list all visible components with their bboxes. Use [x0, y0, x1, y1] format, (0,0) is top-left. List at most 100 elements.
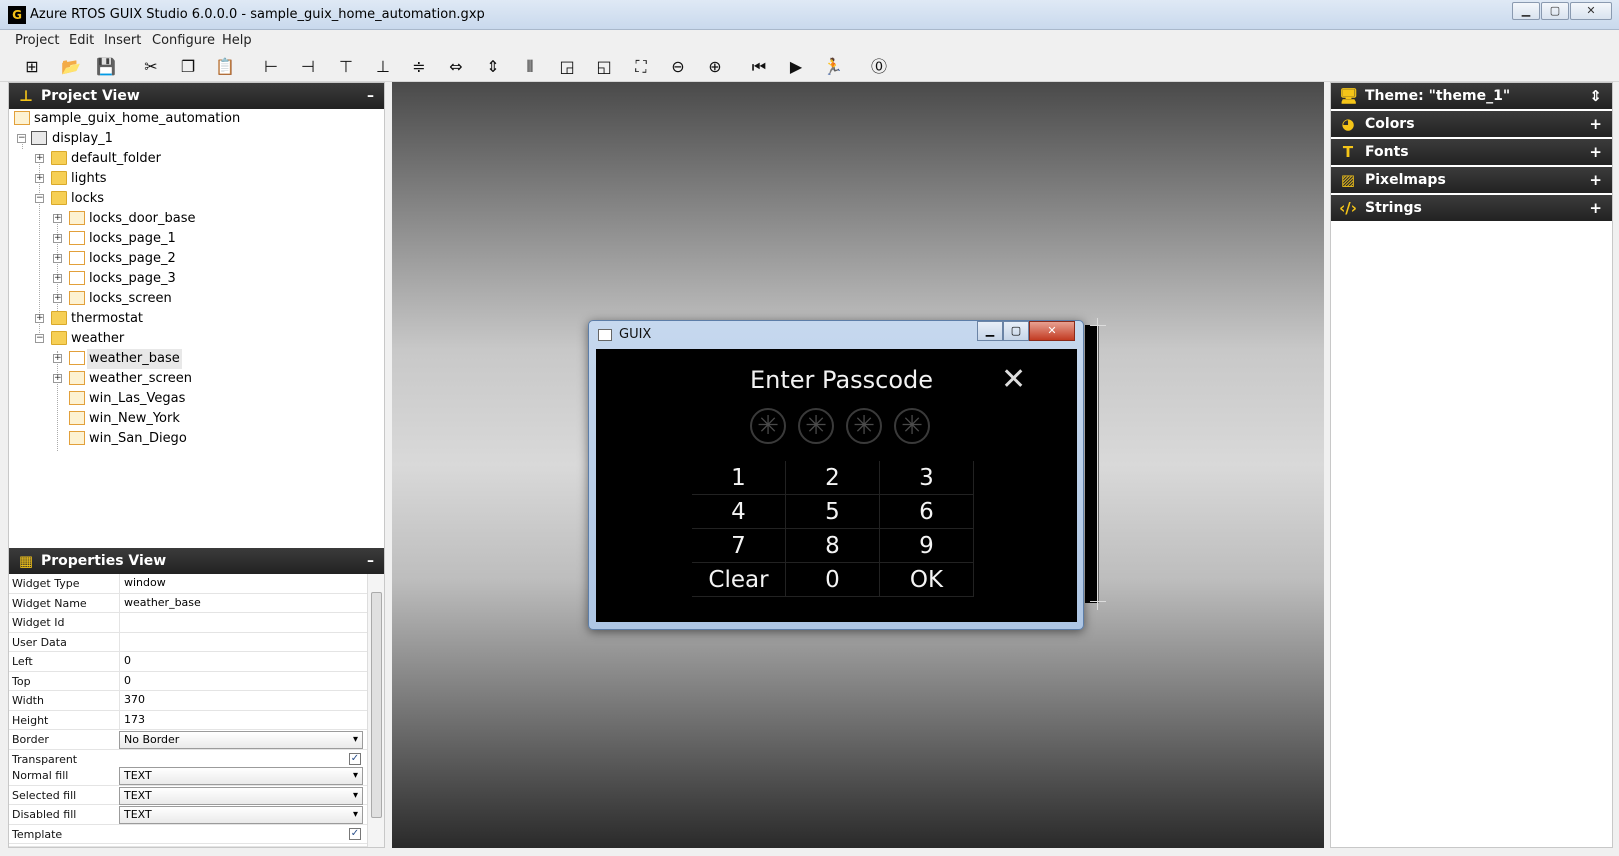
- key-9[interactable]: 9: [880, 529, 974, 563]
- selected-fill-dropdown[interactable]: TEXT: [119, 786, 363, 805]
- help-icon[interactable]: ⓪: [866, 56, 892, 78]
- properties-view-collapse-button[interactable]: –: [367, 548, 374, 574]
- widget-id-field[interactable]: [119, 613, 363, 632]
- theme-select-button[interactable]: ⇕: [1589, 83, 1602, 109]
- expand-icon[interactable]: +: [53, 234, 62, 243]
- key-clear[interactable]: Clear: [692, 563, 786, 597]
- prop-row-widget-type: Widget Type window: [9, 574, 367, 594]
- window-page-icon: [69, 291, 85, 305]
- guix-minimize-button[interactable]: ▁: [977, 321, 1003, 341]
- colors-header[interactable]: ◕ Colors +: [1331, 111, 1612, 137]
- key-2[interactable]: 2: [786, 461, 880, 495]
- project-view-title: Project View: [41, 88, 140, 104]
- key-1[interactable]: 1: [692, 461, 786, 495]
- width-field[interactable]: 370: [119, 691, 363, 710]
- passcode-close-icon[interactable]: ✕: [1001, 365, 1026, 395]
- paste-icon[interactable]: 📋: [212, 56, 238, 78]
- fonts-header[interactable]: T Fonts +: [1331, 139, 1612, 165]
- project-tree-icon: ⊥: [19, 87, 33, 105]
- align-right-icon[interactable]: ⊣: [295, 56, 321, 78]
- transparent-checkbox[interactable]: ✓: [349, 752, 361, 765]
- zoom-out-icon[interactable]: ⊖: [665, 56, 691, 78]
- hspace-icon[interactable]: ⫴: [517, 56, 543, 78]
- expand-icon[interactable]: +: [53, 274, 62, 283]
- key-0[interactable]: 0: [786, 563, 880, 597]
- guix-close-button[interactable]: ✕: [1029, 321, 1075, 341]
- move-back-icon[interactable]: ◱: [591, 56, 617, 78]
- collapse-icon[interactable]: −: [17, 134, 26, 143]
- guix-maximize-button[interactable]: ▢: [1003, 321, 1029, 341]
- strings-header[interactable]: ‹/› Strings +: [1331, 195, 1612, 221]
- prop-row-widget-id: Widget Id: [9, 613, 367, 633]
- center-vertical-icon[interactable]: ≑: [406, 56, 432, 78]
- menu-configure[interactable]: Configure: [152, 33, 215, 48]
- widget-type-value: window: [119, 574, 363, 593]
- align-bottom-icon[interactable]: ⊥: [370, 56, 396, 78]
- top-field[interactable]: 0: [119, 671, 363, 690]
- template-checkbox[interactable]: ✓: [349, 827, 361, 840]
- menu-project[interactable]: Project: [15, 33, 59, 48]
- prop-row-disabled-fill: Disabled fill TEXT: [9, 805, 367, 825]
- menu-insert[interactable]: Insert: [104, 33, 141, 48]
- left-field[interactable]: 0: [119, 652, 363, 671]
- collapse-icon[interactable]: −: [35, 194, 44, 203]
- menu-help[interactable]: Help: [222, 33, 252, 48]
- playback-icon[interactable]: 🏃: [820, 56, 846, 78]
- expand-icon[interactable]: +: [35, 154, 44, 163]
- properties-scrollbar[interactable]: [367, 574, 384, 847]
- equal-height-icon[interactable]: ⇕: [480, 56, 506, 78]
- expand-icon[interactable]: +: [53, 354, 62, 363]
- project-view-collapse-button[interactable]: –: [367, 83, 374, 109]
- prop-row-left: Left 0: [9, 652, 367, 672]
- move-front-icon[interactable]: ◲: [554, 56, 580, 78]
- window-page-icon: [69, 431, 85, 445]
- pixelmaps-expand-button[interactable]: +: [1589, 167, 1602, 193]
- key-5[interactable]: 5: [786, 495, 880, 529]
- equal-width-icon[interactable]: ⇔: [443, 56, 469, 78]
- theme-header[interactable]: 🖥 Theme: "theme_1" ⇕: [1331, 83, 1612, 109]
- expand-icon[interactable]: +: [53, 294, 62, 303]
- cut-icon[interactable]: ✂: [138, 56, 164, 78]
- expand-icon[interactable]: +: [53, 374, 62, 383]
- passcode-dot-4: ✳: [894, 408, 930, 444]
- pixelmaps-header[interactable]: ▨ Pixelmaps +: [1331, 167, 1612, 193]
- collapse-icon[interactable]: −: [35, 334, 44, 343]
- fonts-expand-button[interactable]: +: [1589, 139, 1602, 165]
- key-6[interactable]: 6: [880, 495, 974, 529]
- key-4[interactable]: 4: [692, 495, 786, 529]
- expand-icon[interactable]: +: [53, 254, 62, 263]
- maximize-button[interactable]: ▢: [1541, 2, 1569, 20]
- colors-expand-button[interactable]: +: [1589, 111, 1602, 137]
- run-icon[interactable]: ▶: [783, 56, 809, 78]
- close-button[interactable]: ✕: [1570, 2, 1612, 20]
- guix-preview-window[interactable]: GUIX ▁ ▢ ✕ Enter Passcode ✕ ✳ ✳ ✳ ✳ 1 2 …: [588, 320, 1084, 630]
- key-8[interactable]: 8: [786, 529, 880, 563]
- key-7[interactable]: 7: [692, 529, 786, 563]
- strings-expand-button[interactable]: +: [1589, 195, 1602, 221]
- zoom-in-icon[interactable]: ⊕: [702, 56, 728, 78]
- record-macro-icon[interactable]: ⏮: [746, 56, 772, 78]
- user-data-field[interactable]: [119, 632, 363, 651]
- minimize-button[interactable]: ▁: [1512, 2, 1540, 20]
- widget-name-field[interactable]: weather_base: [119, 593, 363, 612]
- height-field[interactable]: 173: [119, 710, 363, 729]
- prop-row-top: Top 0: [9, 671, 367, 691]
- normal-fill-dropdown[interactable]: TEXT: [119, 767, 363, 785]
- size-to-fit-icon[interactable]: ⛶: [628, 56, 654, 78]
- border-dropdown[interactable]: No Border: [119, 731, 363, 749]
- scrollbar-thumb[interactable]: [371, 592, 382, 818]
- new-icon[interactable]: ⊞: [19, 56, 45, 78]
- align-top-icon[interactable]: ⊤: [333, 56, 359, 78]
- align-left-icon[interactable]: ⊢: [258, 56, 284, 78]
- save-icon[interactable]: 💾: [93, 56, 119, 78]
- expand-icon[interactable]: +: [35, 174, 44, 183]
- key-ok[interactable]: OK: [880, 563, 974, 597]
- open-icon[interactable]: 📂: [58, 56, 84, 78]
- disabled-fill-dropdown[interactable]: TEXT: [119, 806, 363, 824]
- expand-icon[interactable]: +: [35, 314, 44, 323]
- expand-icon[interactable]: +: [53, 214, 62, 223]
- key-3[interactable]: 3: [880, 461, 974, 495]
- copy-icon[interactable]: ❐: [175, 56, 201, 78]
- window-page-icon: [69, 211, 85, 225]
- menu-edit[interactable]: Edit: [69, 33, 94, 48]
